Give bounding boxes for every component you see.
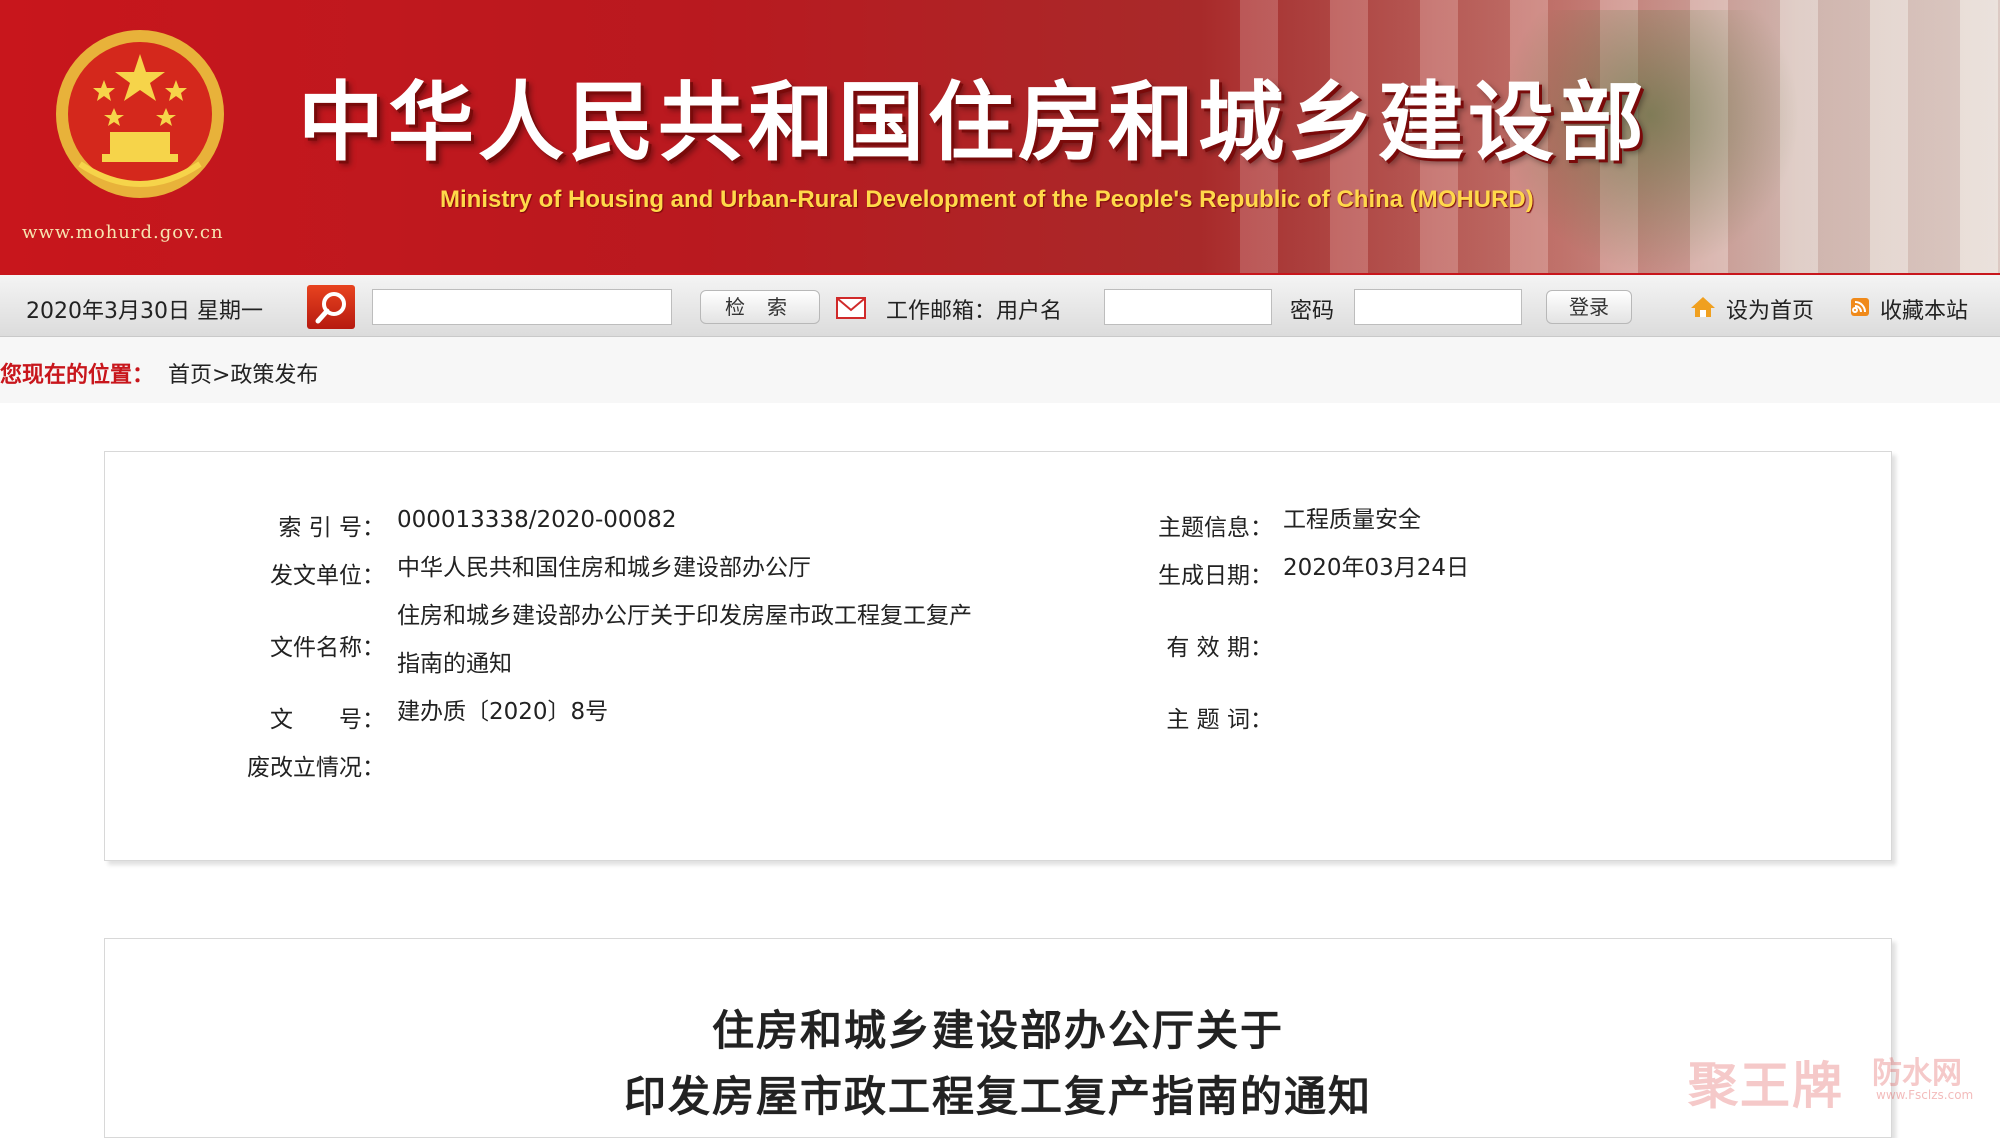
username-input[interactable] (1104, 289, 1272, 325)
site-banner: www.mohurd.gov.cn 中华人民共和国住房和城乡建设部 Minist… (0, 0, 2000, 273)
document-title-line2: 印发房屋市政工程复工复产指南的通知 (623, 1072, 1372, 1121)
breadcrumb: 您现在的位置： 首页>政策发布 (0, 337, 2000, 403)
search-icon[interactable] (307, 285, 355, 329)
watermark-url: www.Fsclzs.com (1876, 1088, 1974, 1102)
topic-label: 主题信息： (1158, 515, 1273, 541)
index-number-value: 000013338/2020-00082 (397, 507, 677, 533)
current-date: 2020年3月30日 星期一 (26, 299, 263, 324)
password-label: 密码 (1290, 299, 1335, 324)
filename-label: 文件名称： (270, 635, 385, 661)
filename-value-line1: 住房和城乡建设部办公厅关于印发房屋市政工程复工复产 (397, 603, 972, 629)
login-button[interactable]: 登录 (1546, 290, 1632, 324)
validity-label: 有 效 期： (1166, 635, 1273, 661)
revision-status-label: 废改立情况： (247, 755, 385, 781)
mailbox-username-label: 工作邮箱：用户名 (886, 299, 1063, 324)
document-body-card: 住房和城乡建设部办公厅关于 印发房屋市政工程复工复产指南的通知 (104, 938, 1892, 1138)
site-url: www.mohurd.gov.cn (22, 222, 224, 243)
filename-value-line2: 指南的通知 (397, 651, 512, 677)
national-emblem-icon (56, 30, 224, 198)
issuer-label: 发文单位： (270, 563, 385, 589)
document-number-label: 文 号： (270, 707, 385, 733)
creation-date-label: 生成日期： (1158, 563, 1273, 589)
add-favorite-link[interactable]: 收藏本站 (1880, 293, 1968, 325)
bookmark-icon[interactable] (1850, 297, 1870, 317)
document-title-line1: 住房和城乡建设部办公厅关于 (711, 1006, 1284, 1055)
watermark-main-text: 聚王牌 (1688, 1057, 1844, 1115)
issuer-value: 中华人民共和国住房和城乡建设部办公厅 (397, 555, 811, 581)
ministry-title: 中华人民共和国住房和城乡建设部 (298, 72, 1648, 173)
search-input[interactable] (372, 289, 672, 325)
breadcrumb-label: 您现在的位置： (0, 363, 155, 388)
index-number-label: 索 引 号： (278, 515, 385, 541)
document-number-value: 建办质〔2020〕8号 (397, 699, 609, 725)
password-input[interactable] (1354, 289, 1522, 325)
mail-icon (836, 297, 866, 319)
keywords-label: 主 题 词： (1166, 707, 1273, 733)
search-button[interactable]: 检索 (700, 290, 820, 324)
document-metadata-card: 索 引 号： 000013338/2020-00082 发文单位： 中华人民共和… (104, 451, 1892, 861)
breadcrumb-path[interactable]: 首页>政策发布 (168, 357, 318, 389)
ministry-subtitle: Ministry of Housing and Urban-Rural Deve… (440, 186, 1534, 213)
toolbar: 2020年3月30日 星期一 检索 工作邮箱：用户名 密码 登录 设为首页 收藏… (0, 273, 2000, 337)
set-homepage-link[interactable]: 设为首页 (1726, 293, 1814, 325)
home-icon[interactable] (1690, 295, 1716, 319)
watermark-side-text: 防水网 (1872, 1056, 1962, 1091)
watermark-logo: 聚王牌 防水网 www.Fsclzs.com (1688, 1046, 1978, 1116)
topic-value: 工程质量安全 (1283, 507, 1421, 533)
creation-date-value: 2020年03月24日 (1283, 555, 1470, 581)
